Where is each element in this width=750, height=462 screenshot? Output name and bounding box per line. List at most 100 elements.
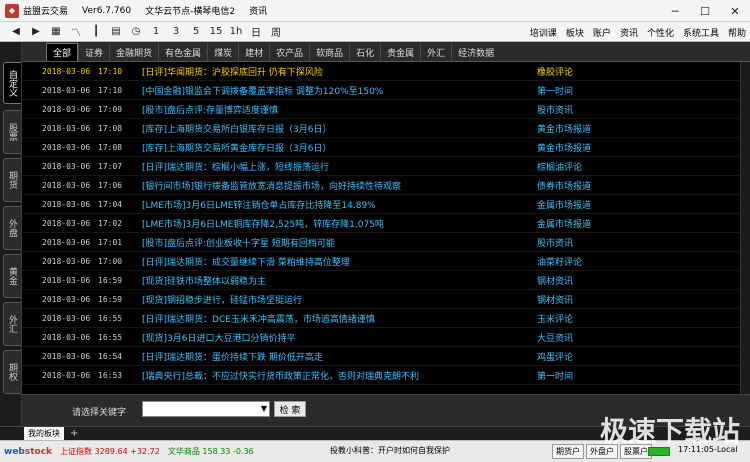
tab-securities[interactable]: 证券 bbox=[78, 43, 109, 61]
news-source[interactable]: 钢材资讯 bbox=[537, 274, 573, 287]
period-1[interactable]: 1 bbox=[146, 23, 166, 41]
menu-system-tools[interactable]: 系统工具 bbox=[683, 26, 719, 39]
news-row[interactable]: 2018-03-06 17:08 [库存]上海期货交易所白银库存日报（3月6日） 黄金… bbox=[22, 119, 740, 138]
news-headline[interactable]: [瑞典央行]总裁：不应过快实行货币政策正常化，否则对瑞典克朗不利 bbox=[142, 369, 419, 382]
news-row[interactable]: 2018-03-06 17:07 [日评]瑞达期货：棕榈小幅上涨，短线振荡运行 棕榈油… bbox=[22, 157, 740, 176]
news-headline[interactable]: [银行间市场]银行拨备监管放宽消息提振市场，向好持续性待观察 bbox=[142, 179, 401, 192]
tab-financial-futures[interactable]: 金融期货 bbox=[109, 43, 158, 61]
tab-building-materials[interactable]: 建材 bbox=[238, 43, 269, 61]
news-source[interactable]: 油菜籽评论 bbox=[537, 255, 582, 268]
news-headline[interactable]: [日评]瑞达期货：棕榈小幅上涨，短线振荡运行 bbox=[142, 160, 329, 173]
news-row[interactable]: 2018-03-06 16:53 [瑞典央行]总裁：不应过快实行货币政策正常化，否则… bbox=[22, 366, 740, 385]
menu-sectors[interactable]: 板块 bbox=[566, 26, 584, 39]
news-headline[interactable]: [库存]上海期货交易所白银库存日报（3月6日） bbox=[142, 122, 331, 135]
news-row[interactable]: 2018-03-06 16:59 [现货]硅铁市场整体以弱稳为主 钢材资讯 bbox=[22, 271, 740, 290]
news-row[interactable]: 2018-03-06 17:08 [库存]上海期货交易所黄金库存日报（3月6日） 黄金… bbox=[22, 138, 740, 157]
news-headline[interactable]: [现货]3月6日进口大豆港口分销价持平 bbox=[142, 331, 295, 344]
tab-precious-metals[interactable]: 贵金属 bbox=[380, 43, 420, 61]
news-row[interactable]: 2018-03-06 17:06 [银行间市场]银行拨备监管放宽消息提振市场，向好持… bbox=[22, 176, 740, 195]
news-source[interactable]: 金属市场报道 bbox=[537, 198, 591, 211]
tab-nonferrous-metals[interactable]: 有色金属 bbox=[158, 43, 207, 61]
grid-icon[interactable]: ▦ bbox=[46, 23, 66, 41]
add-sheet-button[interactable]: + bbox=[70, 428, 78, 439]
news-row[interactable]: 2018-03-06 17:00 [日评]瑞达期货：成交量继续下滑 菜粕维持高位整理… bbox=[22, 252, 740, 271]
news-source[interactable]: 黄金市场报道 bbox=[537, 122, 591, 135]
news-headline[interactable]: [LME市场]3月6日LME锌注销仓单占库存比持降至14.89% bbox=[142, 198, 376, 211]
news-source[interactable]: 股市资讯 bbox=[537, 103, 573, 116]
news-headline[interactable]: [日评]华闻期货：沪胶探底回升 仍有下探风险 bbox=[142, 65, 323, 78]
sheet-tab-my-sectors[interactable]: 我的板块 bbox=[24, 427, 64, 440]
maximize-button[interactable]: ☐ bbox=[690, 0, 720, 22]
news-row[interactable]: 2018-03-06 17:01 [股市]盘后点评:创业板收十字星 短期有回档可能 股… bbox=[22, 233, 740, 252]
period-day[interactable]: 日 bbox=[246, 23, 266, 41]
news-headline[interactable]: [库存]上海期货交易所黄金库存日报（3月6日） bbox=[142, 141, 331, 154]
status-marquee[interactable]: 投教小科普：开户时如何自我保护 bbox=[330, 445, 450, 456]
index-shanghai[interactable]: 上证指数 3289.64 +32.72 bbox=[60, 446, 160, 457]
search-button[interactable]: 检 索 bbox=[274, 401, 306, 417]
side-tab-futures[interactable]: 期货 bbox=[3, 158, 21, 202]
tab-economic-data[interactable]: 经济数据 bbox=[451, 43, 500, 61]
keyword-select[interactable]: ▼ bbox=[142, 401, 270, 417]
tab-soft-commodities[interactable]: 软商品 bbox=[309, 43, 349, 61]
news-row[interactable]: 2018-03-06 16:55 [日评]瑞达期货：DCE玉米禾冲高震荡，市场追高情… bbox=[22, 309, 740, 328]
news-source[interactable]: 第一时间 bbox=[537, 369, 573, 382]
menu-training[interactable]: 培训课 bbox=[530, 26, 557, 39]
candlestick-chart-icon[interactable]: ┃ bbox=[86, 23, 106, 41]
news-headline[interactable]: [股市]盘后点评:创业板收十字星 短期有回档可能 bbox=[142, 236, 335, 249]
news-source[interactable]: 玉米评论 bbox=[537, 312, 573, 325]
news-headline[interactable]: [现货]钢招稳步进行，硅锰市场坚挺运行 bbox=[142, 293, 302, 306]
news-headline[interactable]: [日评]瑞达期货：蛋价持续下跌 期价低开高走 bbox=[142, 350, 323, 363]
tab-coal[interactable]: 煤炭 bbox=[207, 43, 238, 61]
news-row[interactable]: 2018-03-06 17:02 [LME市场]3月6日LME铜库存降2,525吨，… bbox=[22, 214, 740, 233]
table-icon[interactable]: ▤ bbox=[106, 23, 126, 41]
news-source[interactable]: 黄金市场报道 bbox=[537, 141, 591, 154]
news-row[interactable]: 2018-03-06 17:10 [中国金融]银监会下调拨备覆盖率指标 调整为120… bbox=[22, 81, 740, 100]
index-wenhua[interactable]: 文华商品 158.33 -0.36 bbox=[168, 446, 254, 457]
clock-icon[interactable]: ◷ bbox=[126, 23, 146, 41]
tab-agricultural[interactable]: 农产品 bbox=[269, 43, 309, 61]
tab-petrochemical[interactable]: 石化 bbox=[349, 43, 380, 61]
side-tab-options[interactable]: 期权 bbox=[3, 350, 21, 394]
news-headline[interactable]: [股市]盘后点评:存量博弈适度谨慎 bbox=[142, 103, 278, 116]
news-source[interactable]: 棕榈油评论 bbox=[537, 160, 582, 173]
line-chart-icon[interactable]: 〽 bbox=[66, 23, 86, 41]
news-source[interactable]: 钢材资讯 bbox=[537, 293, 573, 306]
side-tab-forex[interactable]: 外汇 bbox=[3, 302, 21, 346]
forward-arrow-icon[interactable]: ▶ bbox=[26, 23, 46, 41]
tab-forex[interactable]: 外汇 bbox=[420, 43, 451, 61]
news-source[interactable]: 股市资讯 bbox=[537, 236, 573, 249]
menu-personalize[interactable]: 个性化 bbox=[647, 26, 674, 39]
period-15[interactable]: 15 bbox=[206, 23, 226, 41]
period-1h[interactable]: 1h bbox=[226, 23, 246, 41]
news-headline[interactable]: [日评]瑞达期货：成交量继续下滑 菜粕维持高位整理 bbox=[142, 255, 350, 268]
side-tab-foreign-market[interactable]: 外盘 bbox=[3, 206, 21, 250]
news-scrollbar[interactable] bbox=[740, 62, 750, 394]
close-button[interactable]: ✕ bbox=[720, 0, 750, 22]
news-row[interactable]: 2018-03-06 16:55 [现货]3月6日进口大豆港口分销价持平 大豆资讯 bbox=[22, 328, 740, 347]
period-5[interactable]: 5 bbox=[186, 23, 206, 41]
news-source[interactable]: 鸡蛋评论 bbox=[537, 350, 573, 363]
menu-help[interactable]: 帮助 bbox=[728, 26, 746, 39]
tab-all[interactable]: 全部 bbox=[46, 43, 79, 61]
news-row[interactable]: 2018-03-06 16:59 [现货]钢招稳步进行，硅锰市场坚挺运行 钢材资讯 bbox=[22, 290, 740, 309]
period-week[interactable]: 周 bbox=[266, 23, 286, 41]
news-headline[interactable]: [现货]硅铁市场整体以弱稳为主 bbox=[142, 274, 266, 287]
news-headline[interactable]: [日评]瑞达期货：DCE玉米禾冲高震荡，市场追高情绪谨慎 bbox=[142, 312, 375, 325]
side-tab-stocks[interactable]: 股票 bbox=[3, 110, 21, 154]
menu-news[interactable]: 资讯 bbox=[620, 26, 638, 39]
menu-account[interactable]: 账户 bbox=[593, 26, 611, 39]
news-row[interactable]: 2018-03-06 17:10 [日评]华闻期货：沪胶探底回升 仍有下探风险 橡胶评… bbox=[22, 62, 740, 81]
news-row[interactable]: 2018-03-06 17:09 [股市]盘后点评:存量博弈适度谨慎 股市资讯 bbox=[22, 100, 740, 119]
news-source[interactable]: 第一时间 bbox=[537, 84, 573, 97]
back-arrow-icon[interactable]: ◀ bbox=[6, 23, 26, 41]
news-headline[interactable]: [中国金融]银监会下调拨备覆盖率指标 调整为120%至150% bbox=[142, 84, 383, 97]
side-tab-custom[interactable]: 自定义 bbox=[3, 62, 21, 104]
news-row[interactable]: 2018-03-06 16:54 [日评]瑞达期货：蛋价持续下跌 期价低开高走 鸡蛋评… bbox=[22, 347, 740, 366]
news-source[interactable]: 债券市场报道 bbox=[537, 179, 591, 192]
news-source[interactable]: 大豆资讯 bbox=[537, 331, 573, 344]
news-source[interactable]: 金属市场报道 bbox=[537, 217, 591, 230]
futures-account-button[interactable]: 期货户 bbox=[552, 444, 584, 459]
period-3[interactable]: 3 bbox=[166, 23, 186, 41]
news-headline[interactable]: [LME市场]3月6日LME铜库存降2,525吨，锌库存降1,075吨 bbox=[142, 217, 384, 230]
news-source[interactable]: 橡胶评论 bbox=[537, 65, 573, 78]
